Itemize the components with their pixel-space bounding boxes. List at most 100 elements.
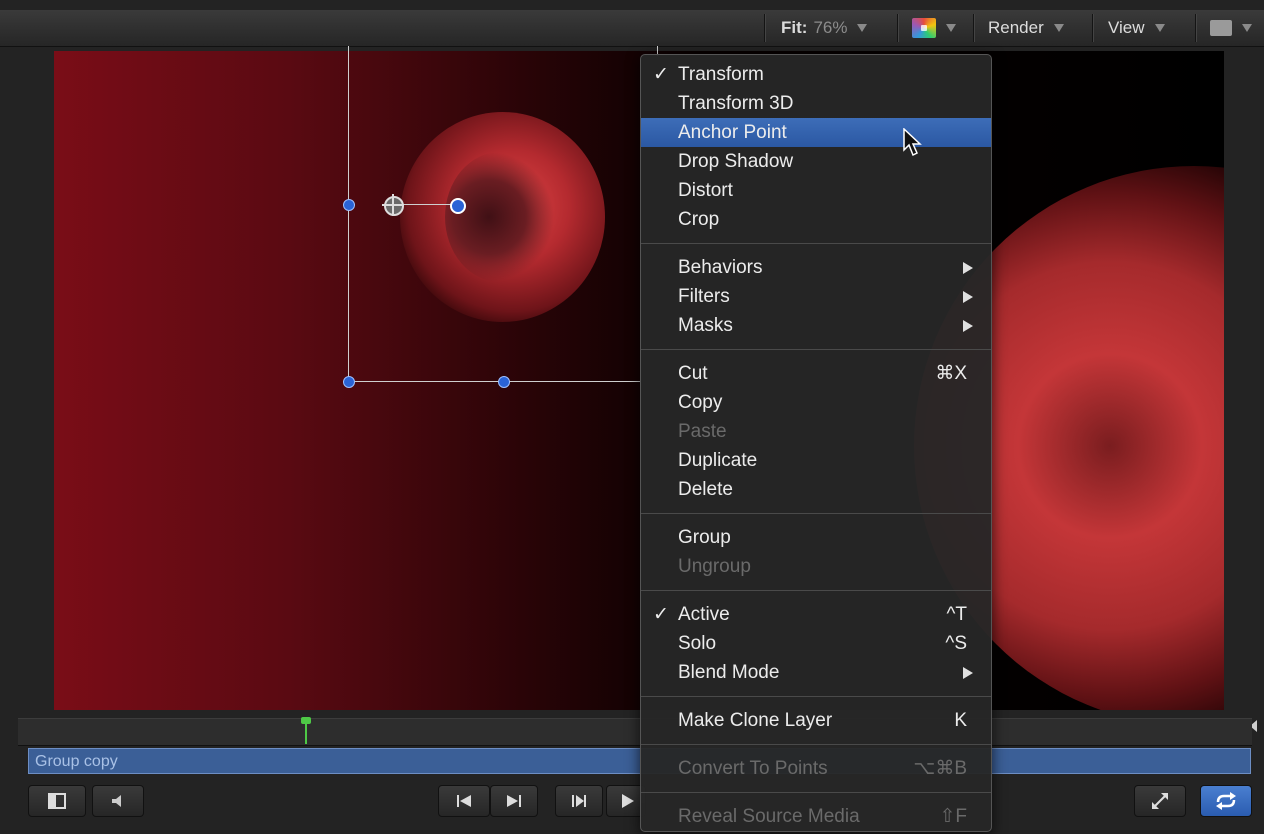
playhead[interactable] [301,717,311,744]
play-icon [622,794,634,808]
layer-context-menu: ✓ Transform Transform 3D Anchor Point Drop S… [640,54,992,832]
menu-item-label: Make Clone Layer [678,710,833,731]
menu-item-shortcut: ⌥⌘B [913,758,967,779]
menu-item-duplicate[interactable]: Duplicate [641,446,991,475]
mini-timeline[interactable] [18,718,1252,746]
submenu-arrow-icon [963,320,973,332]
viewer-toolbar: Fit: 76% Render View [0,10,1264,47]
menu-item-make-clone-layer[interactable]: Make Clone Layer K [641,706,991,735]
menu-item-behaviors[interactable]: Behaviors [641,253,991,282]
track-label: Group copy [35,753,118,770]
menu-item-label: Behaviors [678,257,763,278]
menu-item-label: Reveal Source Media [678,806,860,827]
view-menu[interactable]: View [1108,10,1165,46]
toolbar-divider [897,14,898,42]
viewer-layout-icon [1210,20,1232,36]
menu-item-transform[interactable]: ✓ Transform [641,60,991,89]
menu-item-label: Masks [678,315,733,336]
menu-item-blend-mode[interactable]: Blend Mode [641,658,991,687]
chevron-down-icon [1053,24,1064,32]
fit-zoom-menu[interactable]: Fit: 76% [781,10,868,46]
menu-item-transform-3d[interactable]: Transform 3D [641,89,991,118]
menu-item-crop[interactable]: Crop [641,205,991,234]
toolbar-divider [1092,14,1093,42]
color-swatch-icon [912,18,936,38]
chevron-down-icon [1154,24,1165,32]
go-to-start-button[interactable] [438,785,490,817]
audio-button[interactable] [92,785,144,817]
menu-item-label: Convert To Points [678,758,828,779]
bounding-box-edge [348,46,349,382]
menu-item-label: Blend Mode [678,662,780,683]
menu-item-ungroup: Ungroup [641,552,991,581]
menu-item-convert-to-points: Convert To Points ⌥⌘B [641,754,991,783]
color-channels-menu[interactable] [912,10,956,46]
render-label: Render [988,18,1044,37]
layers-panel-button[interactable] [28,785,86,817]
anchor-offset-line [400,204,456,205]
menu-item-label: Delete [678,479,733,500]
menu-separator [641,696,991,697]
chevron-down-icon [857,24,868,32]
menu-item-label: Transform 3D [678,93,794,114]
menu-item-cut[interactable]: Cut ⌘X [641,359,991,388]
bounding-box-edge [348,381,640,382]
loop-icon [1216,792,1236,810]
view-label: View [1108,18,1145,37]
submenu-arrow-icon [963,667,973,679]
speaker-icon [112,795,121,807]
menu-item-active[interactable]: ✓ Active ^T [641,600,991,629]
rotation-handle[interactable] [450,198,466,214]
anchor-point-icon[interactable] [382,194,404,216]
fit-label: Fit: [781,18,808,37]
small-red-orb-layer[interactable] [400,112,605,322]
menu-item-masks[interactable]: Masks [641,311,991,340]
menu-item-group[interactable]: Group [641,523,991,552]
menu-item-shortcut: K [954,710,967,731]
menu-separator [641,513,991,514]
go-to-end-button[interactable] [490,785,538,817]
checkmark-icon: ✓ [653,64,669,85]
chevron-down-icon [946,24,956,32]
menu-item-label: Group [678,527,731,548]
step-forward-icon [572,795,586,807]
menu-item-label: Ungroup [678,556,751,577]
menu-item-label: Cut [678,363,708,384]
submenu-arrow-icon [963,262,973,274]
menu-item-label: Drop Shadow [678,151,794,172]
loop-playback-button[interactable] [1200,785,1252,817]
scale-handle-bottom[interactable] [498,376,510,388]
layout-menu[interactable] [1210,10,1252,46]
menu-item-label: Active [678,604,730,625]
menu-item-anchor-point[interactable]: Anchor Point [641,118,991,147]
checkmark-icon: ✓ [653,604,669,625]
menu-item-shortcut: ⌘X [935,363,967,384]
menu-item-label: Paste [678,421,727,442]
menu-item-copy[interactable]: Copy [641,388,991,417]
toolbar-divider [1195,14,1196,42]
chevron-down-icon [1242,24,1252,32]
menu-separator [641,243,991,244]
menu-item-distort[interactable]: Distort [641,176,991,205]
menu-item-filters[interactable]: Filters [641,282,991,311]
scale-handle-left[interactable] [343,199,355,211]
mouse-cursor-icon [903,128,922,157]
menu-separator [641,744,991,745]
menu-item-label: Duplicate [678,450,758,471]
render-menu[interactable]: Render [988,10,1064,46]
scale-handle-bottom-left[interactable] [343,376,355,388]
menu-item-drop-shadow[interactable]: Drop Shadow [641,147,991,176]
menu-item-reveal-source-media: Reveal Source Media ⇧F [641,802,991,831]
menu-item-shortcut: ^S [945,633,967,654]
menu-item-solo[interactable]: Solo ^S [641,629,991,658]
step-forward-button[interactable] [555,785,603,817]
menu-item-label: Crop [678,209,720,230]
menu-item-delete[interactable]: Delete [641,475,991,504]
motion-viewer: Fit: 76% Render View Group copy ✓ Transf… [0,0,1264,834]
menu-item-label: Distort [678,180,733,201]
expand-icon [1152,793,1168,809]
menu-separator [641,349,991,350]
menu-separator [641,590,991,591]
fullscreen-button[interactable] [1134,785,1186,817]
menu-separator [641,792,991,793]
